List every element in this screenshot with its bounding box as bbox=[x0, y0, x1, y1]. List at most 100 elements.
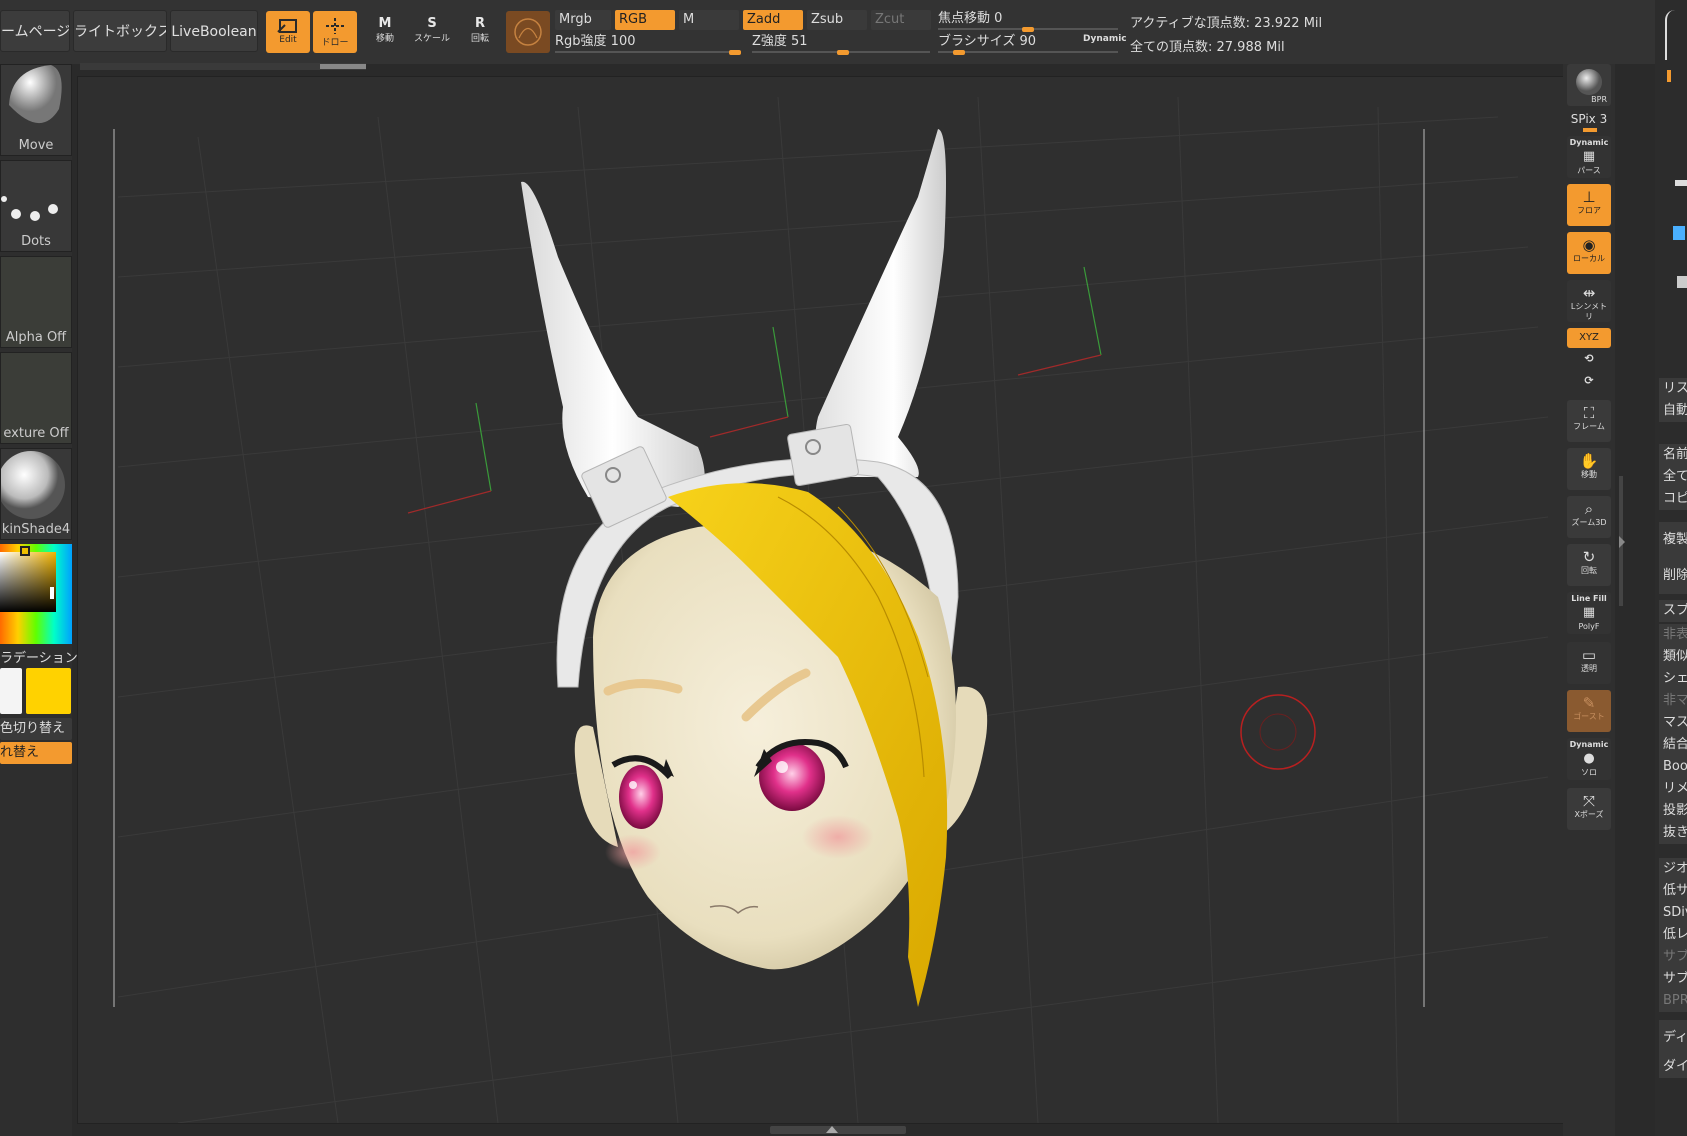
spix-slider[interactable]: SPix 3 bbox=[1563, 112, 1615, 126]
right-panel-item[interactable]: 非マ bbox=[1659, 690, 1687, 712]
rotate-view-button[interactable]: ↻ 回転 bbox=[1567, 544, 1611, 586]
right-panel-item[interactable]: リス bbox=[1659, 378, 1687, 400]
left-horn bbox=[521, 181, 705, 507]
right-panel-item[interactable]: SDiv bbox=[1659, 902, 1687, 924]
zoom-icon: ⌕ bbox=[1584, 500, 1594, 518]
right-panel-item[interactable]: ジオ bbox=[1659, 858, 1687, 880]
rgb-toggle[interactable]: RGB bbox=[615, 10, 675, 30]
stroke-selector[interactable]: Dots bbox=[0, 160, 72, 252]
frame-button[interactable]: ⛶ フレーム bbox=[1567, 400, 1611, 442]
ghost-button[interactable]: ✎ ゴースト bbox=[1567, 690, 1611, 732]
switch-color-button[interactable]: 色切り替え bbox=[0, 718, 72, 740]
viewport-canvas[interactable] bbox=[77, 76, 1565, 1124]
bpr-button[interactable]: BPR bbox=[1567, 64, 1611, 106]
right-panel-item[interactable]: サブ bbox=[1659, 968, 1687, 990]
right-panel-item[interactable]: 複製 bbox=[1659, 522, 1687, 558]
texture-selector[interactable]: exture Off bbox=[0, 352, 72, 444]
right-panel-item[interactable]: サブ bbox=[1659, 946, 1687, 968]
right-panel-item[interactable]: マス bbox=[1659, 712, 1687, 734]
zcut-toggle[interactable]: Zcut bbox=[871, 10, 931, 30]
mrgb-toggle[interactable]: Mrgb bbox=[555, 10, 611, 30]
local-button[interactable]: ◉ ローカル bbox=[1567, 232, 1611, 274]
symmetry-icon: ⇹ bbox=[1582, 284, 1596, 302]
right-panel-item[interactable]: リメ bbox=[1659, 778, 1687, 800]
right-panel-item[interactable]: ダイ bbox=[1659, 1056, 1687, 1078]
right-panel-item[interactable]: 全て bbox=[1659, 466, 1687, 488]
y-rotate-icon[interactable]: ⟲ bbox=[1563, 352, 1615, 365]
right-shelf: BPR SPix 3 Dynamic ▦ パース ⊥ フロア ◉ ローカル ⇹ Lシン… bbox=[1563, 64, 1615, 1136]
right-panel-item[interactable]: コピ bbox=[1659, 488, 1687, 510]
perspective-button[interactable]: Dynamic ▦ パース bbox=[1567, 136, 1611, 178]
zsub-toggle[interactable]: Zsub bbox=[807, 10, 867, 30]
right-panel-item[interactable]: 低レ bbox=[1659, 924, 1687, 946]
symmetry-button[interactable]: ⇹ Lシンメトリ bbox=[1567, 280, 1611, 322]
rotate-icon: R bbox=[474, 16, 485, 31]
right-panel-item[interactable]: 投影 bbox=[1659, 800, 1687, 822]
move-view-button[interactable]: ✋ 移動 bbox=[1567, 448, 1611, 490]
slider-track bbox=[938, 51, 1118, 53]
right-panel-item[interactable]: 名前 bbox=[1659, 444, 1687, 466]
bottom-tray-handle[interactable] bbox=[770, 1126, 906, 1134]
material-selector[interactable]: kinShade4 bbox=[0, 448, 72, 540]
right-panel-item[interactable]: 類似 bbox=[1659, 646, 1687, 668]
total-points-readout: 全ての頂点数: 27.988 Mil bbox=[1130, 40, 1285, 55]
m-toggle[interactable]: M bbox=[679, 10, 739, 30]
scale-tool-button[interactable]: S スケール bbox=[412, 12, 452, 52]
z-intensity-slider[interactable]: Z強度 51 bbox=[752, 33, 930, 55]
move-brush-icon bbox=[9, 65, 62, 124]
liveboolean-button[interactable]: LiveBoolean bbox=[170, 10, 258, 52]
right-panel-item[interactable]: 非表 bbox=[1659, 624, 1687, 646]
chevron-right-icon[interactable] bbox=[1619, 536, 1625, 548]
slider-knob[interactable] bbox=[1022, 27, 1034, 32]
solo-button[interactable]: Dynamic ● ソロ bbox=[1567, 738, 1611, 780]
alpha-selector[interactable]: Alpha Off bbox=[0, 256, 72, 348]
right-panel-item[interactable]: シェ bbox=[1659, 668, 1687, 690]
xpose-button[interactable]: ⤧ Xポーズ bbox=[1567, 788, 1611, 830]
spix-slider-knob[interactable] bbox=[1583, 128, 1597, 132]
right-panel-item[interactable]: 低サ bbox=[1659, 880, 1687, 902]
polyf-button[interactable]: Line Fill ▦ PolyF bbox=[1567, 592, 1611, 634]
z-rotate-icon[interactable]: ⟳ bbox=[1563, 374, 1615, 387]
swap-button[interactable]: れ替え bbox=[0, 742, 72, 764]
focal-shift-slider[interactable]: 焦点移動 0 bbox=[938, 10, 1118, 32]
zoom3d-button[interactable]: ⌕ ズーム3D bbox=[1567, 496, 1611, 538]
color-picker-square[interactable] bbox=[0, 552, 56, 612]
secondary-color-swatch[interactable] bbox=[0, 668, 22, 714]
transparent-button[interactable]: ▭ 透明 bbox=[1567, 642, 1611, 684]
transparent-label: 透明 bbox=[1581, 664, 1597, 673]
brush-selector[interactable]: Move bbox=[0, 64, 72, 156]
draw-button[interactable]: ドロー bbox=[313, 11, 357, 53]
rgb-intensity-slider[interactable]: Rgb強度 100 bbox=[555, 33, 741, 55]
color-picker-cursor[interactable] bbox=[20, 546, 30, 556]
move-tool-button[interactable]: M 移動 bbox=[365, 12, 405, 52]
scene-render bbox=[113, 96, 1549, 1123]
right-panel-item[interactable]: 削除 bbox=[1659, 558, 1687, 594]
slider-knob[interactable] bbox=[729, 50, 741, 55]
edit-button[interactable]: Edit bbox=[266, 11, 310, 53]
slider-knob[interactable] bbox=[837, 50, 849, 55]
dynamic-toggle[interactable]: Dynamic bbox=[1083, 34, 1127, 44]
lightbox-button[interactable]: ライトボックス bbox=[73, 10, 167, 52]
panel-blue-mark bbox=[1673, 226, 1685, 240]
right-panel-item[interactable]: Boo bbox=[1659, 756, 1687, 778]
right-panel-item[interactable]: 自動 bbox=[1659, 400, 1687, 422]
right-panel-item[interactable]: 結合 bbox=[1659, 734, 1687, 756]
top-toolbar: ームページ ライトボックス LiveBoolean Edit ドロー M 移動 S… bbox=[0, 0, 1687, 64]
right-panel-item[interactable]: ディ bbox=[1659, 1020, 1687, 1056]
home-page-button[interactable]: ームページ bbox=[0, 10, 70, 52]
slider-knob[interactable] bbox=[953, 50, 965, 55]
rotate-tool-button[interactable]: R 回転 bbox=[460, 12, 500, 52]
color-picker[interactable] bbox=[0, 544, 72, 644]
color-picker-slider[interactable] bbox=[50, 587, 54, 599]
zadd-toggle[interactable]: Zadd bbox=[743, 10, 803, 30]
right-panel-item[interactable]: スプ bbox=[1659, 600, 1687, 622]
move-brush-label: Move bbox=[18, 138, 54, 153]
floor-button[interactable]: ⊥ フロア bbox=[1567, 184, 1611, 226]
material-sphere-button[interactable] bbox=[506, 11, 550, 53]
xyz-rotate-button[interactable]: XYZ bbox=[1567, 328, 1611, 348]
frame-icon: ⛶ bbox=[1583, 404, 1595, 422]
right-panel-item[interactable]: BPR bbox=[1659, 990, 1687, 1012]
transparent-icon: ▭ bbox=[1581, 646, 1597, 664]
main-color-swatch[interactable] bbox=[26, 668, 71, 714]
right-panel-item[interactable]: 抜き bbox=[1659, 822, 1687, 844]
